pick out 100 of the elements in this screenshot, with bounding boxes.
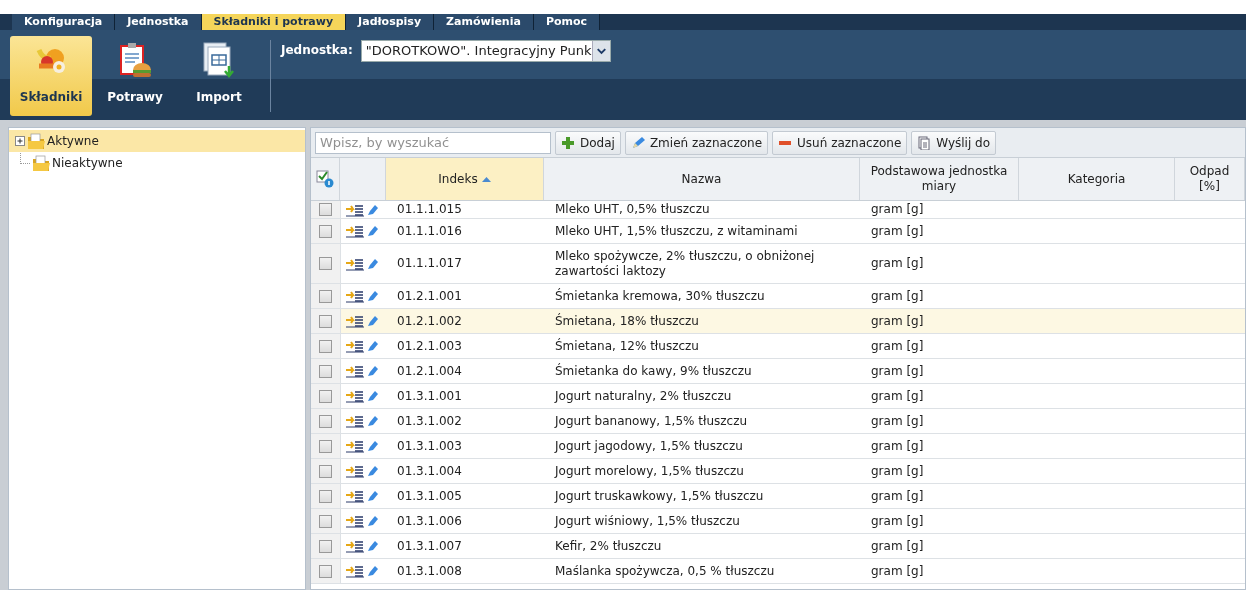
row-checkbox[interactable] — [319, 203, 332, 216]
row-checkbox[interactable] — [319, 464, 332, 478]
details-list-icon[interactable] — [345, 364, 365, 378]
folder-icon — [32, 154, 50, 172]
row-checkbox[interactable] — [319, 439, 332, 453]
row-checkbox[interactable] — [319, 314, 332, 328]
menu-tab[interactable]: Jednostka — [115, 14, 202, 30]
menu-tab[interactable]: Składniki i potrawy — [201, 14, 347, 30]
pencil-icon[interactable] — [367, 490, 379, 502]
menu-tab[interactable]: Konfiguracja — [12, 14, 116, 30]
toolbar-button[interactable]: Usuń zaznaczone — [772, 130, 908, 155]
table-row[interactable]: 01.2.1.004 Śmietanka do kawy, 9% tłuszczu gram [g] — [311, 359, 1245, 384]
details-list-icon[interactable] — [345, 389, 365, 403]
toolbar-button[interactable]: Dodaj — [555, 130, 621, 155]
table-cell-text: 01.2.1.004 — [396, 362, 463, 380]
column-header[interactable]: Kategoria — [1019, 158, 1175, 200]
pencil-icon[interactable] — [367, 540, 379, 552]
column-header[interactable]: Indeks — [386, 158, 544, 200]
table-row[interactable]: 01.3.1.004 Jogurt morelowy, 1,5% tłuszczu gram [g] — [311, 459, 1245, 484]
ribbon-button[interactable]: Import — [178, 36, 260, 116]
table-cell-text: 01.3.1.006 — [396, 512, 463, 530]
row-checkbox[interactable] — [319, 364, 332, 378]
table-row[interactable]: 01.1.1.015 Mleko UHT, 0,5% tłuszczu gram [g] — [311, 201, 1245, 219]
table-row[interactable]: 01.3.1.008 Maślanka spożywcza, 0,5 % tłuszczu gram [g] — [311, 559, 1245, 584]
table-row[interactable]: 01.3.1.003 Jogurt jagodowy, 1,5% tłuszczu gram [g] — [311, 434, 1245, 459]
table-cell-text: gram [g] — [870, 287, 925, 305]
row-checkbox[interactable] — [319, 289, 332, 303]
table-row[interactable]: 01.3.1.006 Jogurt wiśniowy, 1,5% tłuszczu gram [g] — [311, 509, 1245, 534]
table-cell-text: gram [g] — [870, 337, 925, 355]
row-checkbox[interactable] — [319, 414, 332, 428]
details-list-icon[interactable] — [345, 539, 365, 553]
column-header[interactable]: Podstawowa jednostka miary — [860, 158, 1019, 200]
row-checkbox[interactable] — [319, 564, 332, 578]
row-checkbox[interactable] — [319, 257, 332, 270]
table-row[interactable]: 01.3.1.002 Jogurt bananowy, 1,5% tłuszczu gram [g] — [311, 409, 1245, 434]
table-row[interactable]: 01.2.1.003 Śmietana, 12% tłuszczu gram [g] — [311, 334, 1245, 359]
table-row[interactable]: 01.1.1.016 Mleko UHT, 1,5% tłuszczu, z witaminami gram [g] — [311, 219, 1245, 244]
row-checkbox[interactable] — [319, 489, 332, 503]
table-cell-text: gram [g] — [870, 222, 925, 240]
sort-ascending-icon — [481, 176, 491, 182]
pencil-icon[interactable] — [367, 340, 379, 352]
pencil-icon[interactable] — [367, 225, 379, 237]
pencil-icon[interactable] — [367, 415, 379, 427]
details-list-icon[interactable] — [345, 414, 365, 428]
pencil-icon[interactable] — [367, 440, 379, 452]
folder-icon — [27, 132, 45, 150]
tree-item[interactable]: Aktywne — [47, 132, 99, 150]
details-list-icon[interactable] — [345, 289, 365, 303]
details-list-icon[interactable] — [345, 564, 365, 578]
menu-tab[interactable]: Pomoc — [533, 14, 601, 30]
row-checkbox[interactable] — [319, 514, 332, 528]
ribbon-button[interactable]: Potrawy — [94, 36, 176, 116]
details-list-icon[interactable] — [345, 464, 365, 478]
details-list-icon[interactable] — [345, 339, 365, 353]
details-list-icon[interactable] — [345, 514, 365, 528]
details-list-icon[interactable] — [345, 224, 365, 238]
expand-icon[interactable] — [15, 136, 25, 146]
column-header[interactable]: Nazwa — [544, 158, 860, 200]
row-checkbox[interactable] — [319, 539, 332, 553]
pencil-icon[interactable] — [367, 315, 379, 327]
table-cell-text: Mleko spożywcze, 2% tłuszczu, o obniżonej zawartości laktozy — [554, 247, 816, 280]
checkbox-info-icon — [315, 170, 334, 188]
table-row[interactable]: 01.3.1.005 Jogurt truskawkowy, 1,5% tłuszczu gram [g] — [311, 484, 1245, 509]
pencil-icon[interactable] — [367, 565, 379, 577]
table-cell-text: 01.3.1.005 — [396, 487, 463, 505]
toolbar-button[interactable]: Zmień zaznaczone — [624, 130, 769, 155]
pencil-icon[interactable] — [367, 515, 379, 527]
table-cell-text: gram [g] — [870, 562, 925, 580]
row-checkbox[interactable] — [319, 339, 332, 353]
menu-tab[interactable]: Zamówienia — [434, 14, 534, 30]
details-list-icon[interactable] — [345, 489, 365, 503]
details-list-icon[interactable] — [345, 439, 365, 453]
table-cell-text: Kefir, 2% tłuszczu — [554, 537, 663, 555]
row-checkbox[interactable] — [319, 389, 332, 403]
pencil-icon[interactable] — [367, 365, 379, 377]
search-field[interactable]: Wpisz, by wyszukać — [315, 131, 551, 154]
menu-tab[interactable]: Jadłospisy — [346, 14, 435, 30]
details-list-icon[interactable] — [345, 202, 365, 217]
column-header[interactable]: Odpad [%] — [1175, 158, 1245, 200]
details-list-icon[interactable] — [345, 314, 365, 328]
table-cell-text: 01.3.1.004 — [396, 462, 463, 480]
table-row[interactable]: 01.2.1.001 Śmietanka kremowa, 30% tłuszczu gram [g] — [311, 284, 1245, 309]
document-icon — [917, 135, 932, 150]
pencil-icon[interactable] — [367, 390, 379, 402]
unit-select[interactable]: "DOROTKOWO". Integracyjny Punk — [360, 40, 611, 62]
tree-item[interactable]: Nieaktywne — [52, 154, 123, 172]
table-row[interactable]: 01.3.1.001 Jogurt naturalny, 2% tłuszczu gram [g] — [311, 384, 1245, 409]
toolbar-button[interactable]: Wyślij do — [911, 130, 997, 155]
pencil-icon[interactable] — [367, 465, 379, 477]
row-checkbox[interactable] — [319, 224, 332, 238]
table-cell-text: gram [g] — [870, 437, 925, 455]
table-row[interactable]: 01.2.1.002 Śmietana, 18% tłuszczu gram [g] — [311, 309, 1245, 334]
ribbon-button[interactable]: Składniki — [10, 36, 92, 116]
pencil-icon[interactable] — [367, 290, 379, 302]
pencil-icon[interactable] — [367, 203, 379, 216]
table-row[interactable]: 01.1.1.017 Mleko spożywcze, 2% tłuszczu, o obniżonej zawartości laktozy gram [g] — [311, 244, 1245, 284]
details-list-icon[interactable] — [345, 256, 365, 271]
pencil-icon[interactable] — [367, 257, 379, 270]
table-cell-text: Jogurt naturalny, 2% tłuszczu — [553, 387, 733, 405]
table-row[interactable]: 01.3.1.007 Kefir, 2% tłuszczu gram [g] — [311, 534, 1245, 559]
